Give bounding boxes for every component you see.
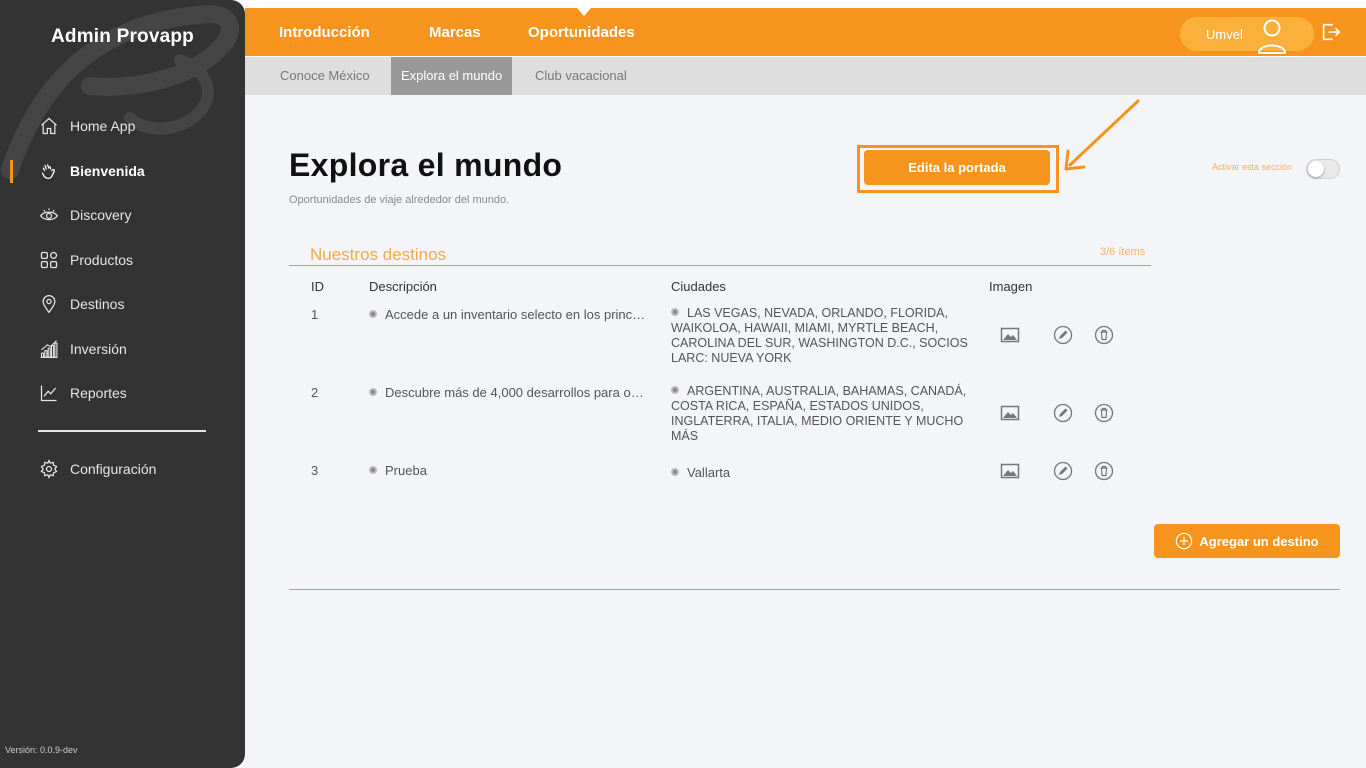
location-pin-icon — [38, 293, 60, 315]
sidebar-item-reportes[interactable]: Reportes — [0, 371, 245, 416]
sidebar-item-productos[interactable]: Productos — [0, 238, 245, 283]
column-header-description: Descripción — [369, 279, 437, 294]
add-destination-button[interactable]: Agregar un destino — [1154, 524, 1340, 558]
tab-marcas[interactable]: Marcas — [429, 24, 481, 41]
sidebar-divider — [38, 430, 206, 432]
row-id: 2 — [311, 385, 319, 400]
row-description: Prueba — [369, 463, 427, 478]
bullet-icon — [671, 468, 679, 476]
app-title: Admin Provapp — [50, 26, 194, 47]
row-id: 1 — [311, 307, 319, 322]
subtab-explora-el-mundo[interactable]: Explora el mundo — [391, 57, 513, 95]
subtab-conoce-mexico[interactable]: Conoce México — [270, 57, 380, 95]
sidebar-config-group: Configuración — [0, 447, 245, 492]
edit-cover-button[interactable]: Edita la portada — [864, 150, 1050, 185]
user-avatar-icon — [1258, 19, 1287, 54]
row-id: 3 — [311, 463, 319, 478]
sidebar-item-discovery[interactable]: Discovery — [0, 193, 245, 238]
home-icon — [38, 115, 60, 137]
sidebar-item-label: Destinos — [70, 296, 125, 313]
tab-introduccion[interactable]: Introducción — [279, 24, 370, 41]
items-count: 3/6 ítems — [1100, 246, 1146, 258]
row-cities-text: Vallarta — [687, 465, 731, 480]
row-cities: ARGENTINA, AUSTRALIA, BAHAMAS, CANADÁ, C… — [671, 384, 971, 444]
sidebar-item-bienvenida[interactable]: Bienvenida — [0, 149, 245, 194]
sidebar-item-inversion[interactable]: Inversión — [0, 327, 245, 372]
column-header-id: ID — [311, 279, 324, 294]
row-cities: LAS VEGAS, NEVADA, ORLANDO, FLORIDA, WAI… — [671, 306, 971, 366]
page-title: Explora el mundo — [289, 147, 563, 183]
activate-section-toggle[interactable] — [1306, 159, 1340, 179]
bar-growth-icon — [38, 338, 60, 360]
gear-icon — [38, 458, 60, 480]
toggle-knob — [1308, 161, 1324, 177]
eye-icon — [38, 204, 60, 226]
image-icon[interactable] — [1000, 461, 1020, 481]
active-caret-icon — [577, 8, 591, 16]
row-description-text: Prueba — [385, 463, 427, 478]
tab-oportunidades[interactable]: Oportunidades — [528, 24, 635, 41]
sub-nav: Conoce México Explora el mundo Club vaca… — [245, 57, 1366, 95]
row-description-text: Accede a un inventario selecto en los pr… — [385, 307, 647, 322]
delete-trash-icon[interactable] — [1094, 325, 1114, 345]
sidebar-item-home-app[interactable]: Home App — [0, 104, 245, 149]
edit-pencil-icon[interactable] — [1053, 461, 1073, 481]
logout-icon[interactable] — [1320, 21, 1342, 43]
bullet-icon — [369, 310, 377, 318]
section-divider — [289, 265, 1151, 266]
sidebar-item-configuracion[interactable]: Configuración — [0, 447, 245, 492]
wave-hand-icon — [38, 160, 60, 182]
image-icon[interactable] — [1000, 325, 1020, 345]
row-cities: Vallarta — [671, 465, 730, 480]
row-cities-text: ARGENTINA, AUSTRALIA, BAHAMAS, CANADÁ, C… — [671, 384, 967, 443]
line-chart-icon — [38, 382, 60, 404]
bullet-icon — [671, 308, 679, 316]
row-description-text: Descubre más de 4,000 desarrollos para o… — [385, 385, 647, 400]
sidebar-nav: Home App Bienvenida Discovery Productos … — [0, 104, 245, 416]
row-description: Accede a un inventario selecto en los pr… — [369, 307, 647, 322]
bullet-icon — [369, 466, 377, 474]
grid-icon — [38, 249, 60, 271]
row-cities-text: LAS VEGAS, NEVADA, ORLANDO, FLORIDA, WAI… — [671, 306, 968, 365]
edit-pencil-icon[interactable] — [1053, 325, 1073, 345]
sidebar-item-label: Inversión — [70, 340, 127, 357]
edit-pencil-icon[interactable] — [1053, 403, 1073, 423]
sidebar-item-label: Bienvenida — [70, 162, 145, 179]
add-circle-icon — [1176, 532, 1193, 550]
sidebar-item-label: Home App — [70, 118, 136, 135]
pointer-arrow-icon — [1064, 99, 1140, 171]
add-destination-label: Agregar un destino — [1199, 533, 1319, 549]
row-description: Descubre más de 4,000 desarrollos para o… — [369, 385, 647, 400]
sidebar-item-label: Reportes — [70, 385, 127, 402]
user-menu[interactable]: Umvel — [1180, 17, 1314, 54]
subtab-club-vacacional[interactable]: Club vacacional — [525, 57, 637, 95]
sidebar-item-label: Discovery — [70, 207, 132, 224]
section-title: Nuestros destinos — [310, 245, 447, 264]
version-label: Versión: 0.0.9-dev — [5, 745, 78, 755]
delete-trash-icon[interactable] — [1094, 403, 1114, 423]
user-name: Umvel — [1206, 27, 1243, 42]
column-header-image: Imagen — [989, 279, 1033, 294]
page-subtitle: Oportunidades de viaje alrededor del mun… — [289, 194, 510, 206]
delete-trash-icon[interactable] — [1094, 461, 1114, 481]
sidebar-item-destinos[interactable]: Destinos — [0, 282, 245, 327]
top-bar: Introducción Marcas Oportunidades Umvel — [245, 8, 1366, 56]
image-icon[interactable] — [1000, 403, 1020, 423]
bullet-icon — [671, 386, 679, 394]
sidebar-item-label: Productos — [70, 251, 134, 268]
sidebar-item-label: Configuración — [70, 461, 157, 478]
bottom-divider — [289, 589, 1340, 590]
column-header-cities: Ciudades — [671, 279, 726, 294]
bullet-icon — [369, 388, 377, 396]
sidebar: Admin Provapp Home App Bienvenida Discov… — [0, 0, 245, 768]
toggle-label: Activar esta sección — [1212, 162, 1293, 172]
main-content: Explora el mundo Oportunidades de viaje … — [245, 95, 1366, 768]
